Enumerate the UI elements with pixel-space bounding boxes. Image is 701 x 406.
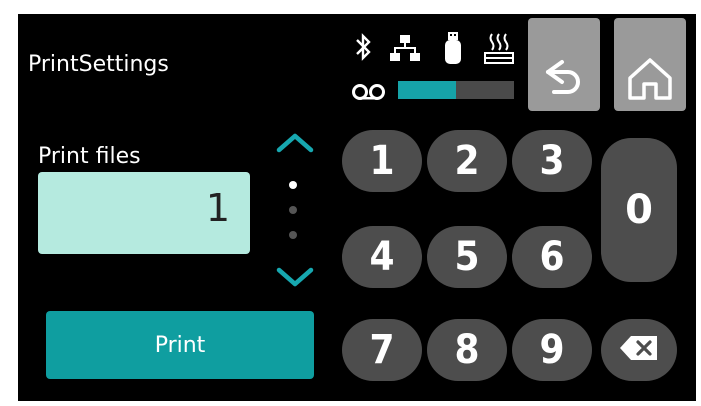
key-2[interactable]: 2	[427, 130, 507, 192]
print-files-field[interactable]: 1	[38, 172, 250, 254]
chevron-up-icon[interactable]	[275, 130, 315, 158]
heater-icon	[484, 32, 514, 64]
key-3[interactable]: 3	[512, 130, 592, 192]
tape-icon	[351, 82, 387, 106]
page-dot-active	[289, 181, 297, 189]
print-files-label: Print files	[38, 144, 141, 169]
progress-bar	[398, 81, 514, 99]
key-6[interactable]: 6	[512, 226, 592, 288]
key-4[interactable]: 4	[342, 226, 422, 288]
bluetooth-icon	[353, 32, 373, 62]
backspace-icon	[619, 335, 659, 365]
key-1[interactable]: 1	[342, 130, 422, 192]
key-7[interactable]: 7	[342, 319, 422, 381]
page-dot	[289, 206, 297, 214]
key-0[interactable]: 0	[601, 138, 677, 282]
chevron-down-icon[interactable]	[275, 266, 315, 294]
key-5[interactable]: 5	[427, 226, 507, 288]
usb-drive-icon	[444, 32, 462, 64]
backspace-button[interactable]	[601, 319, 677, 381]
progress-fill	[398, 81, 456, 99]
key-8[interactable]: 8	[427, 319, 507, 381]
device-screen: PrintSettings Print files 1 Print 1 2 3 …	[18, 14, 696, 401]
page-title: PrintSettings	[28, 52, 169, 77]
home-button[interactable]	[614, 18, 686, 111]
network-icon	[390, 34, 420, 62]
key-9[interactable]: 9	[512, 319, 592, 381]
page-dot	[289, 231, 297, 239]
print-button[interactable]: Print	[46, 311, 314, 379]
print-files-value: 1	[205, 186, 230, 230]
back-button[interactable]	[528, 18, 600, 111]
